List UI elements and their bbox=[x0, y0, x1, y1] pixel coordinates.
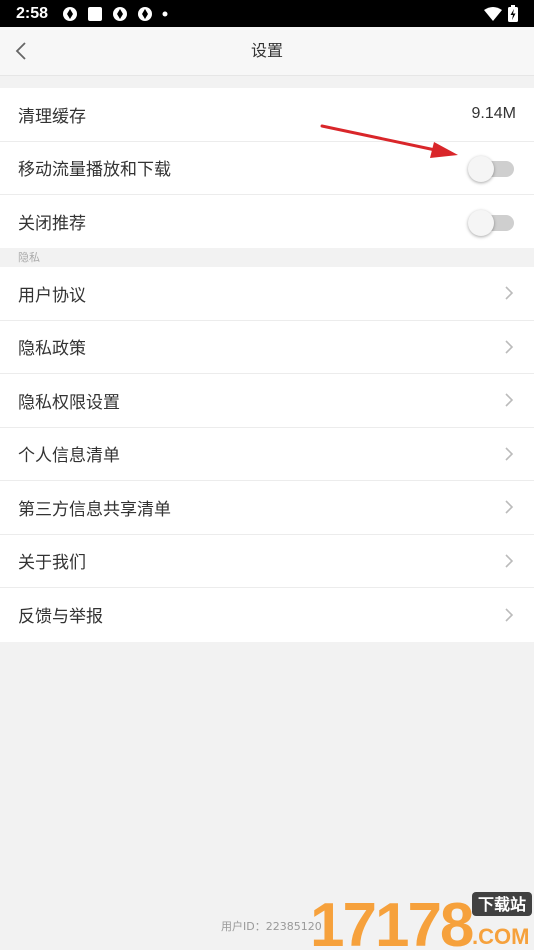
notification-icons bbox=[62, 6, 168, 22]
list-item-label: 用户协议 bbox=[18, 285, 86, 306]
mobile-data-label: 移动流量播放和下载 bbox=[18, 160, 171, 181]
sync-icon bbox=[138, 6, 153, 21]
watermark-logo: 17178 下载站 .COM bbox=[310, 891, 532, 950]
recommend-label: 关闭推荐 bbox=[18, 214, 86, 235]
divider bbox=[0, 75, 534, 76]
cache-size-value: 9.14M bbox=[471, 105, 516, 123]
list-item-label: 隐私政策 bbox=[18, 339, 86, 360]
svg-text:17178: 17178 bbox=[310, 891, 473, 950]
privacy-permission-row[interactable]: 隐私权限设置 bbox=[0, 374, 534, 428]
privacy-section-label: 隐私 bbox=[0, 248, 534, 267]
feedback-report-row[interactable]: 反馈与举报 bbox=[0, 588, 534, 642]
status-bar: 2:58 bbox=[0, 0, 534, 27]
svg-text:下载站: 下载站 bbox=[478, 895, 526, 914]
user-agreement-row[interactable]: 用户协议 bbox=[0, 267, 534, 321]
dot-icon bbox=[162, 11, 168, 16]
sync-icon bbox=[113, 6, 128, 21]
system-icons bbox=[484, 5, 518, 22]
page-title: 设置 bbox=[250, 41, 283, 60]
chevron-right-icon bbox=[505, 500, 514, 514]
list-item-label: 第三方信息共享清单 bbox=[18, 499, 171, 520]
chevron-right-icon bbox=[505, 554, 514, 568]
mobile-data-toggle[interactable] bbox=[468, 153, 516, 183]
battery-charging-icon bbox=[508, 5, 518, 22]
recommend-toggle[interactable] bbox=[468, 207, 516, 237]
user-id-text: 用户ID：22385120 bbox=[221, 920, 322, 933]
privacy-settings-group: 用户协议 隐私政策 隐私权限设置 个人信息清单 第三方信息共享清单 关于我们 反… bbox=[0, 267, 534, 642]
clear-cache-label: 清理缓存 bbox=[18, 106, 86, 127]
toggle-knob bbox=[468, 209, 494, 236]
wifi-icon bbox=[484, 6, 502, 21]
list-item-label: 反馈与举报 bbox=[18, 607, 103, 628]
annotation-arrow-icon bbox=[320, 124, 458, 158]
toggle-knob bbox=[468, 155, 494, 182]
list-item-label: 个人信息清单 bbox=[18, 446, 120, 467]
list-item-label: 关于我们 bbox=[18, 553, 86, 574]
third-party-sharing-row[interactable]: 第三方信息共享清单 bbox=[0, 481, 534, 535]
recommend-row: 关闭推荐 bbox=[0, 195, 534, 249]
chevron-right-icon bbox=[505, 340, 514, 354]
privacy-policy-row[interactable]: 隐私政策 bbox=[0, 321, 534, 374]
status-time: 2:58 bbox=[16, 4, 49, 22]
personal-info-list-row[interactable]: 个人信息清单 bbox=[0, 428, 534, 481]
square-icon bbox=[88, 6, 103, 21]
nav-bar: 设置 bbox=[0, 27, 534, 75]
general-settings-group: 清理缓存 9.14M 移动流量播放和下载 关闭推荐 bbox=[0, 88, 534, 249]
chevron-right-icon bbox=[505, 286, 514, 300]
sync-icon bbox=[63, 6, 78, 21]
chevron-right-icon bbox=[505, 447, 514, 461]
chevron-right-icon bbox=[505, 608, 514, 622]
about-us-row[interactable]: 关于我们 bbox=[0, 535, 534, 588]
list-item-label: 隐私权限设置 bbox=[18, 392, 120, 413]
svg-text:.COM: .COM bbox=[472, 924, 529, 949]
chevron-right-icon bbox=[505, 393, 514, 407]
